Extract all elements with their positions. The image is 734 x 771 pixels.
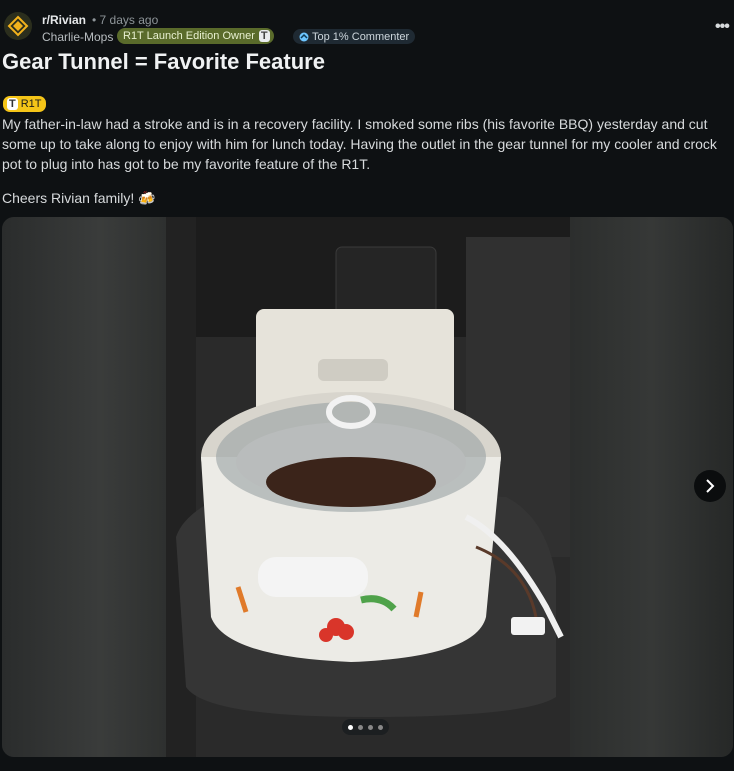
gallery-pagination xyxy=(342,719,389,735)
gallery-dot-3[interactable] xyxy=(368,724,373,730)
post-time: • 7 days ago xyxy=(92,13,159,27)
commenter-badge-icon xyxy=(299,32,309,41)
more-options-icon[interactable]: ••• xyxy=(715,18,730,36)
image-gallery[interactable] xyxy=(2,217,733,757)
post-body: My father-in-law had a stroke and is in … xyxy=(2,114,730,174)
post-flair[interactable]: T R1T xyxy=(3,96,46,112)
user-flair-label: R1T Launch Edition Owner xyxy=(123,30,255,42)
post-body-text: My father-in-law had a stroke and is in … xyxy=(2,116,717,172)
post-body-cheers: Cheers Rivian family! 🍻 xyxy=(2,190,156,206)
rivian-t-icon: T xyxy=(258,30,270,42)
commenter-badge-label: Top 1% Commenter xyxy=(312,30,410,43)
gallery-dot-4[interactable] xyxy=(378,724,383,730)
rivian-t-icon: T xyxy=(7,98,18,110)
rivian-logo-icon xyxy=(4,12,32,40)
gallery-dot-2[interactable] xyxy=(358,724,363,730)
subreddit-name[interactable]: r/Rivian xyxy=(42,13,86,27)
gallery-next-button[interactable] xyxy=(694,470,726,502)
post-title[interactable]: Gear Tunnel = Favorite Feature xyxy=(2,49,325,75)
author-username[interactable]: Charlie-Mops xyxy=(42,30,113,44)
gallery-image[interactable] xyxy=(166,217,570,757)
gallery-dot-1[interactable] xyxy=(348,724,353,730)
chevron-right-icon xyxy=(706,479,715,493)
gallery-blur-left xyxy=(2,217,166,757)
commenter-badge[interactable]: Top 1% Commenter xyxy=(293,29,416,44)
user-flair: R1T Launch Edition Owner T xyxy=(117,28,274,44)
subreddit-avatar[interactable] xyxy=(4,12,32,40)
post-flair-label: R1T xyxy=(20,98,42,110)
post-header: r/Rivian • 7 days ago Charlie-Mops R1T L… xyxy=(0,0,734,48)
